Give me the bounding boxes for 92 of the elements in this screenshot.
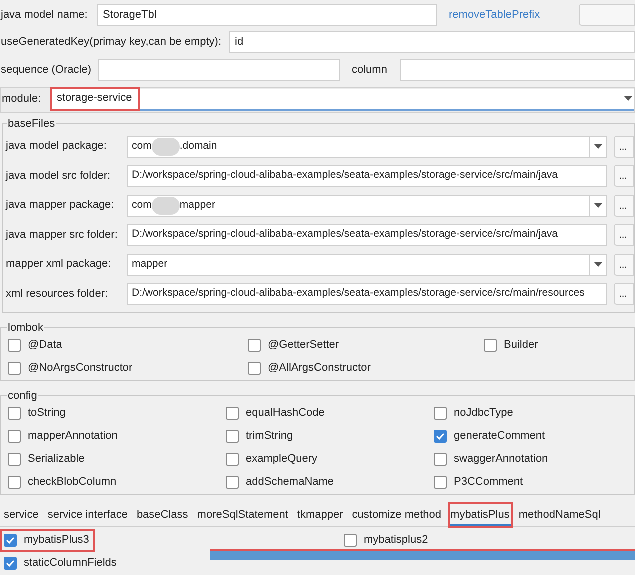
checkbox[interactable] — [8, 338, 21, 352]
field-label: sequence (Oracle) — [0, 63, 92, 78]
tab[interactable]: service interface — [46, 504, 129, 526]
field-label: java mapper src folder: — [6, 228, 119, 243]
field-label: mapper xml package: — [6, 257, 112, 272]
checkbox[interactable] — [226, 452, 239, 466]
browse-button[interactable]: ... — [614, 194, 634, 217]
remove-table-prefix-link[interactable]: removeTablePrefix — [449, 6, 540, 24]
checkbox-label: mybatisplus2 — [364, 533, 428, 548]
checkbox-label: Builder — [504, 338, 538, 354]
redaction-blur — [152, 196, 180, 215]
checkbox-label: P3CComment — [454, 475, 524, 490]
input-field[interactable]: id — [229, 31, 635, 54]
combo-value: storage-service — [50, 86, 140, 111]
combo-field[interactable]: com mapper — [127, 194, 608, 217]
checkbox[interactable] — [226, 406, 239, 420]
field-value: com — [132, 198, 152, 213]
checkbox-label: exampleQuery — [246, 452, 318, 468]
checkbox-label: generateComment — [454, 429, 546, 444]
checkbox-label: addSchemaName — [246, 475, 334, 490]
checkbox-label: mybatisPlus3 — [24, 533, 90, 548]
tab[interactable]: methodNameSql — [518, 504, 602, 526]
checkbox[interactable] — [8, 362, 21, 375]
input-field[interactable]: D:/workspace/spring-cloud-alibaba-examples/seata-examples/storage-service/src/main/java — [127, 224, 608, 246]
field-label: xml resources folder: — [6, 286, 110, 302]
checkbox-label: @NoArgsConstructor — [28, 361, 133, 376]
checkbox[interactable] — [8, 476, 21, 489]
checkbox-label: equalHashCode — [246, 406, 325, 422]
checkbox[interactable] — [434, 430, 447, 443]
checkbox-label: @GetterSetter — [268, 338, 340, 354]
field-label: java mapper package: — [6, 198, 116, 214]
checkbox-label: @Data — [28, 338, 62, 354]
checkbox[interactable] — [434, 452, 447, 466]
checkbox[interactable] — [248, 338, 261, 352]
browse-button[interactable]: ... — [614, 254, 634, 276]
checkbox-label: checkBlobColumn — [28, 475, 117, 490]
field-label: module: — [1, 92, 42, 108]
tab[interactable]: moreSqlStatement — [196, 504, 290, 526]
dropdown-arrow-icon[interactable] — [594, 144, 603, 150]
checkbox[interactable] — [4, 557, 17, 570]
field-value: .domain — [180, 138, 218, 154]
input-field[interactable]: StorageTbl — [97, 4, 437, 26]
checkbox-label: toString — [28, 406, 66, 422]
tab[interactable]: tkmapper — [296, 504, 344, 526]
browse-button[interactable]: ... — [614, 165, 634, 188]
tab[interactable]: customize method — [351, 504, 443, 526]
input-field[interactable]: D:/workspace/spring-cloud-alibaba-examples/seata-examples/storage-service/src/main/java — [127, 165, 608, 188]
combo-field[interactable]: mapper — [127, 254, 608, 276]
checkbox-label: Serializable — [28, 452, 85, 468]
field-value: com — [132, 138, 152, 154]
tab[interactable]: mybatisPlus — [450, 504, 511, 526]
checkbox[interactable] — [484, 338, 497, 352]
field-label: java model package: — [6, 139, 108, 154]
checkbox[interactable] — [4, 534, 17, 547]
field-value: mapper — [132, 256, 168, 272]
checkbox[interactable] — [226, 476, 239, 489]
field-value: mapper — [180, 198, 216, 213]
browse-button[interactable]: ... — [614, 224, 634, 246]
checkbox-label: @AllArgsConstructor — [268, 361, 371, 376]
checkbox-label: mapperAnnotation — [28, 429, 118, 444]
checkbox[interactable] — [248, 362, 261, 375]
field-label: java model src folder: — [6, 168, 112, 184]
checkbox-label: noJdbcType — [454, 406, 514, 422]
checkbox-label: staticColumnFields — [24, 556, 117, 572]
checkbox[interactable] — [434, 406, 447, 420]
input-field[interactable]: D:/workspace/spring-cloud-alibaba-examples/seata-examples/storage-service/src/main/resources — [127, 283, 608, 306]
field-value: D:/workspace/spring-cloud-alibaba-examples/seata-examples/storage-service/src/main/resources — [132, 286, 585, 302]
checkbox[interactable] — [434, 476, 447, 489]
checkbox[interactable] — [8, 430, 21, 443]
checkbox[interactable] — [344, 534, 357, 547]
combo-field[interactable]: com .domain — [127, 136, 608, 158]
field-label: column — [352, 63, 388, 78]
redaction-blur — [152, 138, 180, 156]
tab[interactable]: baseClass — [136, 504, 190, 526]
checkbox[interactable] — [8, 406, 21, 420]
browse-button[interactable]: ... — [614, 283, 634, 306]
dropdown-arrow-icon[interactable] — [594, 262, 603, 268]
checkbox[interactable] — [226, 430, 239, 443]
browse-button[interactable]: ... — [614, 136, 634, 158]
field-label: useGeneratedKey(primay key,can be empty): — [0, 35, 223, 50]
dropdown-arrow-icon[interactable] — [594, 203, 603, 208]
module-combo[interactable]: storage-service — [50, 88, 634, 111]
input-field[interactable] — [400, 59, 635, 82]
checkbox-label: swaggerAnnotation — [454, 452, 548, 468]
dropdown-arrow-icon[interactable] — [624, 96, 633, 102]
field-label: java model name: — [0, 8, 89, 23]
field-value: D:/workspace/spring-cloud-alibaba-examples/seata-examples/storage-service/src/main/java — [132, 227, 558, 242]
input-field[interactable] — [98, 59, 340, 82]
tab[interactable]: service — [3, 504, 40, 526]
checkbox-label: trimString — [246, 429, 294, 444]
checkbox[interactable] — [8, 452, 21, 466]
field-value: D:/workspace/spring-cloud-alibaba-examples/seata-examples/storage-service/src/main/java — [132, 168, 558, 184]
